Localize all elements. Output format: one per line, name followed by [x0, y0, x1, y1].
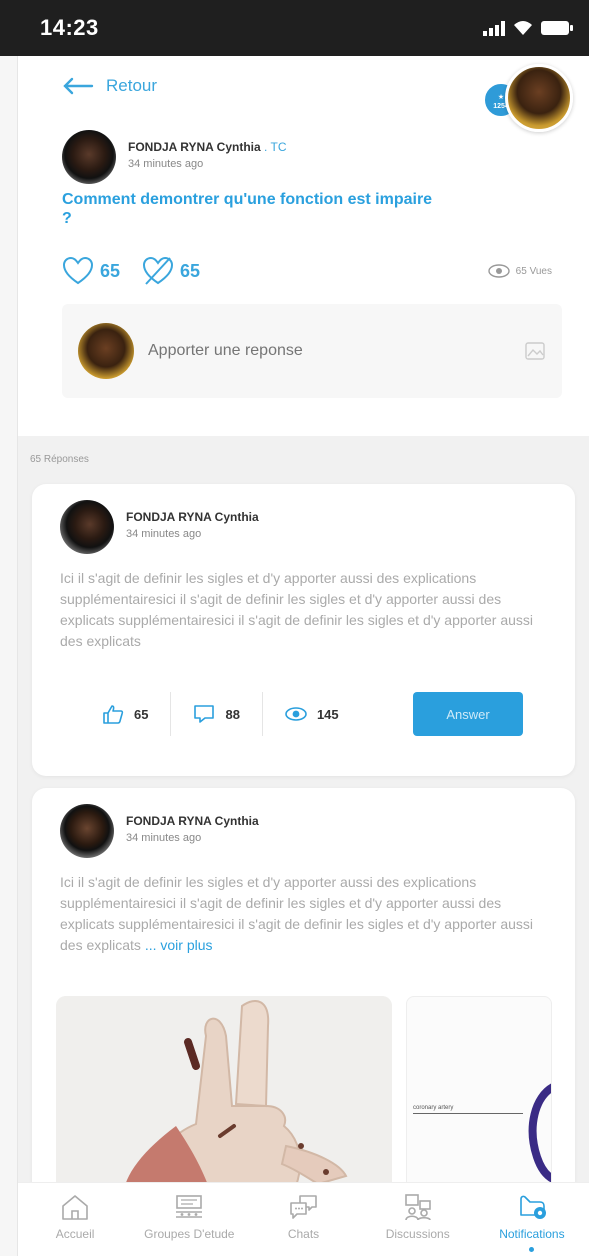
arrow-left-icon: [63, 77, 94, 95]
response-author: FONDJA RYNA Cynthia 34 minutes ago: [60, 500, 259, 554]
image-attach-icon[interactable]: [524, 341, 546, 361]
attachment-image-diagram[interactable]: coronary artery: [406, 996, 552, 1208]
eye-icon: [285, 707, 307, 721]
back-button[interactable]: Retour: [62, 76, 157, 96]
back-label: Retour: [106, 76, 158, 95]
nav-groupes[interactable]: Groupes D'etude: [132, 1183, 246, 1256]
study-group-icon: [176, 1195, 203, 1218]
discussions-icon: [404, 1194, 431, 1221]
post-author: FONDJA RYNA Cynthia . TC 34 minutes ago: [62, 130, 286, 184]
response-time: 34 minutes ago: [126, 528, 202, 540]
eye-icon: [487, 264, 510, 278]
nav-discussions[interactable]: Discussions: [361, 1183, 475, 1256]
wifi-icon: [514, 21, 532, 35]
comment-icon: [194, 705, 215, 723]
nav-label: Accueil: [55, 1227, 95, 1241]
post-time: 34 minutes ago: [128, 158, 204, 170]
nav-accueil[interactable]: Accueil: [18, 1183, 132, 1256]
response-author-name[interactable]: FONDJA RYNA Cynthia: [126, 814, 259, 828]
question-post: FONDJA RYNA Cynthia . TC 34 minutes ago …: [18, 126, 589, 432]
nav-label: Notifications: [499, 1227, 565, 1241]
reply-box: [62, 304, 562, 398]
post-views: 65 Vues: [487, 264, 552, 278]
like-count: 65: [134, 706, 149, 722]
responses-count: 65 Réponses: [30, 454, 89, 465]
question-title: Comment demontrer qu'une fonction est im…: [62, 191, 433, 227]
response-body: Ici il s'agit de definir les sigles et d…: [60, 872, 550, 956]
heart-icon: [62, 256, 94, 285]
response-actions: 65 88 145 Answer: [32, 689, 575, 739]
views-action: 145: [263, 692, 361, 736]
nav-notifications[interactable]: Notifications: [475, 1183, 589, 1256]
response-text: Ici il s'agit de definir les sigles et d…: [60, 874, 534, 953]
response-avatar[interactable]: [60, 500, 114, 554]
status-icons: [483, 20, 573, 36]
post-stats: 65 65 65 Vues: [62, 256, 552, 286]
response-time: 34 minutes ago: [126, 832, 202, 844]
status-time: 14:23: [40, 15, 99, 40]
active-indicator: [529, 1247, 535, 1252]
heart-broken-icon: [143, 256, 174, 285]
response-avatar[interactable]: [60, 804, 114, 858]
home-icon: [62, 1195, 88, 1220]
thumbs-up-icon: [103, 705, 124, 724]
like-action[interactable]: 65: [32, 692, 170, 736]
dislike-button[interactable]: 65: [142, 256, 200, 286]
response-card: FONDJA RYNA Cynthia 34 minutes ago Ici i…: [32, 788, 575, 1208]
left-edge: [0, 56, 18, 1256]
views-count: 145: [316, 706, 339, 722]
bottom-navigation: Accueil Groupes D'etude Chats Discussion…: [18, 1182, 589, 1256]
response-author-name[interactable]: FONDJA RYNA Cynthia: [126, 510, 259, 524]
dislike-count: 65: [180, 260, 201, 281]
nav-label: Chats: [287, 1227, 320, 1241]
battery-icon: [541, 21, 573, 35]
see-more-link[interactable]: ... voir plus: [145, 937, 213, 953]
reply-input[interactable]: [148, 342, 488, 360]
signal-icon: [483, 20, 505, 36]
answer-button[interactable]: Answer: [413, 692, 523, 736]
comment-count: 88: [225, 706, 240, 722]
nav-label: Discussions: [385, 1227, 450, 1241]
responses-section: 65 Réponses FONDJA RYNA Cynthia 34 minut…: [18, 436, 589, 1208]
my-avatar: [78, 323, 134, 379]
profile-avatar[interactable]: [505, 64, 573, 132]
response-card: FONDJA RYNA Cynthia 34 minutes ago Ici i…: [32, 484, 575, 776]
nav-label: Groupes D'etude: [144, 1227, 235, 1241]
notifications-icon: [520, 1195, 546, 1219]
top-navigation: Retour ★ 1254: [18, 56, 589, 132]
author-name-line: FONDJA RYNA Cynthia . TC: [128, 140, 286, 154]
heart-anatomy-image: [56, 996, 392, 1208]
like-button[interactable]: 65: [62, 256, 120, 286]
author-tag: . TC: [264, 140, 287, 154]
response-author: FONDJA RYNA Cynthia 34 minutes ago: [60, 804, 259, 858]
chat-bubbles-icon: [289, 1195, 317, 1219]
author-avatar[interactable]: [62, 130, 116, 184]
nav-chats[interactable]: Chats: [246, 1183, 360, 1256]
author-name[interactable]: FONDJA RYNA Cynthia: [128, 140, 261, 154]
diagram-arc: [528, 1083, 551, 1183]
status-bar: 14:23: [0, 0, 589, 56]
comment-action[interactable]: 88: [171, 692, 261, 736]
attachment-image[interactable]: [56, 996, 392, 1208]
like-count: 65: [100, 260, 121, 281]
views-count: 65 Vues: [515, 265, 552, 277]
response-body: Ici il s'agit de definir les sigles et d…: [60, 570, 534, 649]
